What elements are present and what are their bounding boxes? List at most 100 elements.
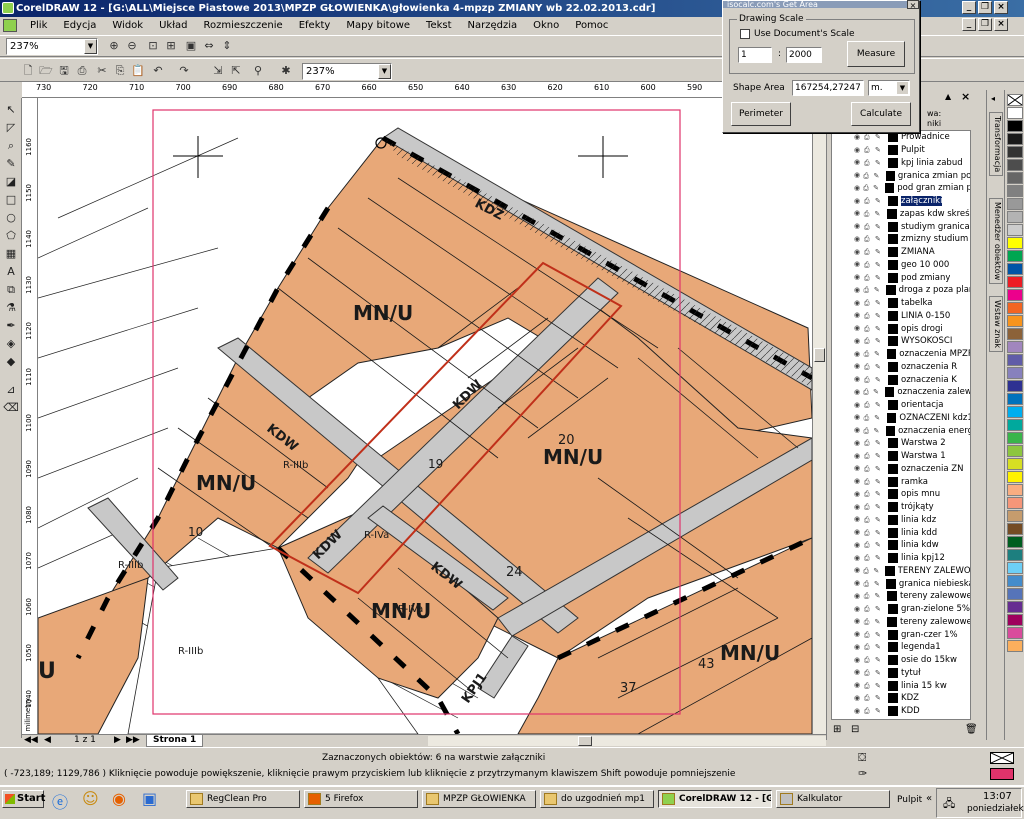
task-calculator[interactable]: Kalkulator (776, 790, 890, 808)
menu-view[interactable]: Widok (104, 17, 151, 34)
layer-row[interactable]: ◉ ⎙ ✎ OZNACZENI kdz1 (832, 412, 970, 425)
printer-icon[interactable]: ⎙ (864, 350, 875, 358)
pencil-icon[interactable]: ✎ (875, 197, 886, 205)
scroll-thumb[interactable] (814, 348, 825, 362)
desktop-toolbar-label[interactable]: Pulpit (897, 795, 922, 805)
eye-icon[interactable]: ◉ (854, 401, 864, 409)
layer-row[interactable]: ◉ ⎙ ✎ załączniki (832, 195, 970, 208)
calculate-button[interactable]: Calculate (851, 102, 911, 126)
color-swatch[interactable] (1007, 588, 1023, 600)
layer-row[interactable]: ◉ ⎙ ✎ oznaczenia K (832, 373, 970, 386)
printer-icon[interactable]: ⎙ (864, 452, 875, 460)
color-swatch[interactable] (1007, 224, 1023, 236)
minimize-button[interactable]: _ (962, 1, 976, 14)
chevron-down-icon[interactable]: ▼ (84, 39, 97, 54)
layer-row[interactable]: ◉ ⎙ ✎ tereny zalewowe (832, 616, 970, 629)
chevron-left-icon[interactable]: « (926, 793, 932, 804)
eye-icon[interactable]: ◉ (854, 503, 864, 511)
horizontal-scrollbar[interactable] (428, 736, 826, 746)
layer-row[interactable]: ◉ ⎙ ✎ KDD (832, 705, 970, 718)
eye-icon[interactable]: ◉ (854, 452, 864, 460)
docker-pin-icon[interactable]: ◂ (991, 94, 995, 103)
printer-icon[interactable]: ⎙ (864, 707, 875, 715)
color-swatch[interactable] (1007, 367, 1023, 379)
pencil-icon[interactable]: ✎ (875, 439, 886, 447)
pencil-icon[interactable]: ✎ (875, 376, 886, 384)
layer-row[interactable]: ◉ ⎙ ✎ zapas kdw skreśl (832, 208, 970, 221)
firefox-icon[interactable]: ◉ (112, 789, 126, 808)
printer-icon[interactable]: ⎙ (864, 235, 875, 243)
printer-icon[interactable]: ⎙ (864, 223, 875, 231)
printer-icon[interactable]: ⎙ (864, 363, 875, 371)
eye-icon[interactable]: ◉ (854, 618, 864, 625)
eye-icon[interactable]: ◉ (854, 172, 863, 179)
eye-icon[interactable]: ◉ (854, 682, 864, 689)
docker-close-icon[interactable]: × (961, 90, 970, 103)
color-swatch[interactable] (1007, 458, 1023, 470)
shape-area-value[interactable]: 167254,27247 (792, 80, 864, 96)
import-icon[interactable]: ⇲ (210, 63, 226, 79)
printer-icon[interactable]: ⎙ (864, 325, 875, 333)
pencil-icon[interactable]: ✎ (875, 363, 886, 371)
layer-row[interactable]: ◉ ⎙ ✎ WYSOKOŚCI (832, 335, 970, 348)
layer-row[interactable]: ◉ ⎙ ✎ pod gran zmian po (832, 182, 970, 195)
menu-window[interactable]: Okno (525, 17, 567, 34)
task-folder-uzgodnien[interactable]: do uzgodnień mp1 (540, 790, 654, 808)
color-swatch[interactable] (1007, 237, 1023, 249)
next-page-icon[interactable]: ▶ (114, 735, 121, 745)
color-swatch[interactable] (1007, 549, 1023, 561)
pencil-icon[interactable]: ✎ (875, 261, 886, 269)
messenger-icon[interactable]: ☺ (82, 789, 99, 808)
menu-effects[interactable]: Efekty (291, 17, 339, 34)
pencil-icon[interactable]: ✎ (874, 580, 884, 588)
color-swatch[interactable] (1007, 198, 1023, 210)
open-icon[interactable]: 🗁 (38, 63, 54, 79)
interactive-fill-tool-icon[interactable]: ◆ (3, 354, 19, 370)
undo-icon[interactable]: ↶ (150, 63, 166, 79)
application-launcher-icon[interactable]: ⚲ (250, 63, 266, 79)
zoom-tool-icon[interactable]: ⌕ (3, 138, 19, 154)
color-swatch[interactable] (1007, 601, 1023, 613)
paste-icon[interactable]: 📋 (130, 63, 146, 79)
zoom-height-icon[interactable]: ⇕ (219, 38, 235, 54)
eye-icon[interactable]: ◉ (854, 465, 864, 472)
printer-icon[interactable]: ⎙ (864, 631, 875, 639)
layer-row[interactable]: ◉ ⎙ ✎ linia kdw (832, 539, 970, 552)
clock-time[interactable]: 13:07 (983, 791, 1012, 802)
color-swatch[interactable] (1007, 627, 1023, 639)
eye-icon[interactable]: ◉ (854, 325, 864, 332)
eye-icon[interactable]: ◉ (854, 580, 864, 587)
task-coreldraw[interactable]: CorelDRAW 12 - [G... (658, 790, 772, 808)
layer-row[interactable]: ◉ ⎙ ✎ oznaczenia ZN (832, 463, 970, 476)
layer-row[interactable]: ◉ ⎙ ✎ ramka (832, 475, 970, 488)
copy-icon[interactable]: ⎘ (112, 63, 128, 79)
eye-icon[interactable]: ◉ (854, 567, 863, 574)
color-swatch[interactable] (1007, 107, 1023, 119)
color-swatch[interactable] (1007, 523, 1023, 535)
no-color-swatch[interactable] (1007, 94, 1023, 106)
fill-color-indicator[interactable] (990, 752, 1014, 764)
print-icon[interactable]: ⎙ (74, 63, 90, 79)
task-folder-mpzp[interactable]: MPZP GŁOWIENKA (422, 790, 536, 808)
doc-restore-button[interactable]: ❐ (978, 18, 992, 31)
pick-tool-icon[interactable]: ↖ (3, 102, 19, 118)
pencil-icon[interactable]: ✎ (875, 503, 886, 511)
eye-icon[interactable]: ◉ (854, 210, 864, 217)
outline-tool-icon[interactable]: ✒ (3, 318, 19, 334)
dialog-close-icon[interactable]: × (907, 0, 919, 10)
task-regclean[interactable]: RegClean Pro (186, 790, 300, 808)
printer-icon[interactable]: ⎙ (864, 133, 875, 141)
eye-icon[interactable]: ◉ (854, 184, 863, 192)
eye-icon[interactable]: ◉ (854, 529, 864, 536)
color-swatch[interactable] (1007, 562, 1023, 574)
printer-icon[interactable]: ⎙ (864, 605, 875, 613)
pencil-icon[interactable]: ✎ (875, 478, 886, 486)
zoom-out-icon[interactable]: ⊖ (124, 38, 140, 54)
layer-row[interactable]: ◉ ⎙ ✎ zmizny studium (832, 233, 970, 246)
printer-icon[interactable]: ⎙ (864, 669, 875, 677)
interactive-blend-tool-icon[interactable]: ⧉ (3, 282, 19, 298)
pencil-icon[interactable]: ✎ (874, 286, 884, 294)
delete-icon[interactable]: 🗑 (965, 724, 978, 735)
vertical-scrollbar[interactable] (812, 98, 826, 734)
pencil-icon[interactable]: ✎ (875, 312, 886, 320)
